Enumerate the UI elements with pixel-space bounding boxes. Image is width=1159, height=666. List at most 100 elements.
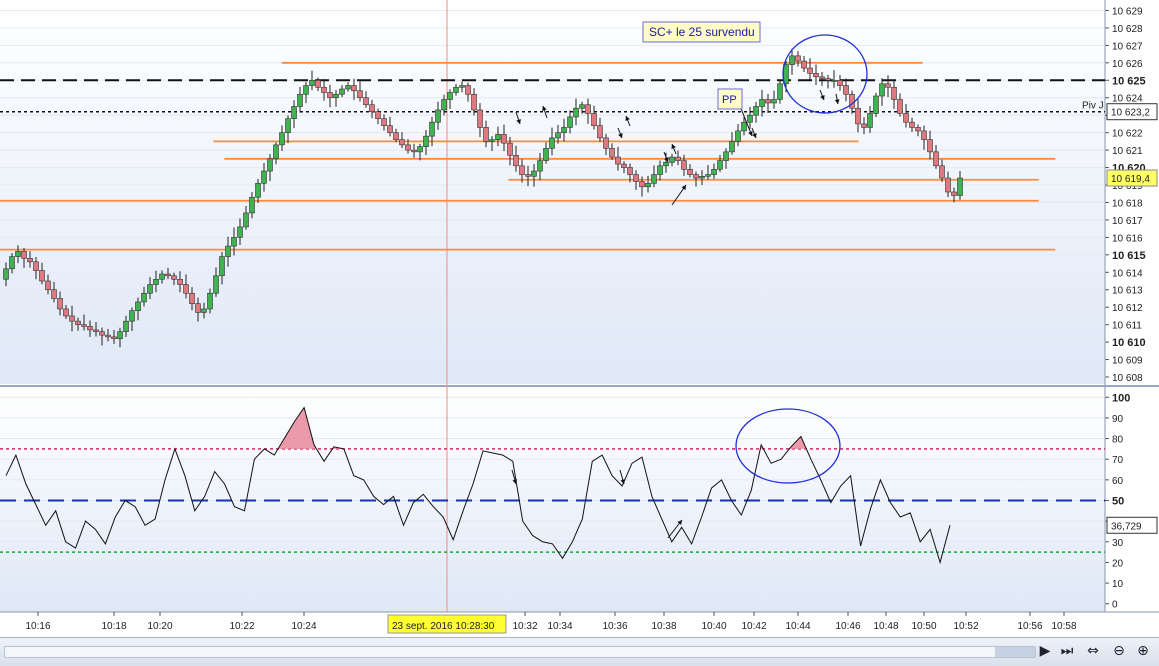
price-tick-label: 10 615 — [1112, 250, 1146, 262]
bullish-candle — [741, 121, 747, 132]
time-tick-label: 10:56 — [1017, 621, 1042, 632]
bearish-candle — [375, 111, 381, 119]
zoom-in-icon[interactable]: ⊕ — [1134, 642, 1152, 660]
bearish-candle — [405, 144, 411, 151]
bullish-candle — [435, 109, 441, 123]
scroll-end-icon[interactable]: ⏭ — [1058, 642, 1076, 660]
osc-tick-label: 20 — [1112, 558, 1124, 569]
bearish-candle — [609, 148, 615, 158]
bullish-candle — [219, 256, 225, 277]
scrollbar-thumb[interactable] — [995, 647, 1035, 657]
bullish-candle — [291, 106, 297, 119]
bearish-candle — [315, 79, 321, 88]
bearish-candle — [903, 113, 909, 123]
osc-tick-label: 30 — [1112, 538, 1124, 549]
bullish-candle — [537, 160, 543, 172]
scroll-right-icon[interactable]: ▶ — [1036, 642, 1054, 660]
time-tick-label: 10:22 — [229, 621, 254, 632]
bearish-candle — [951, 191, 957, 196]
time-scrollbar[interactable] — [4, 646, 1036, 658]
bearish-candle — [591, 113, 597, 126]
bearish-candle — [585, 104, 591, 114]
time-tick-label: 10:16 — [25, 621, 50, 632]
bearish-candle — [75, 320, 81, 325]
price-tick-label: 10 618 — [1112, 198, 1143, 209]
bearish-candle — [393, 132, 399, 140]
osc-tick-label: 80 — [1112, 435, 1124, 446]
bullish-candle — [459, 85, 465, 88]
time-tick-label: 10:18 — [101, 621, 126, 632]
bearish-candle — [621, 163, 627, 168]
bullish-candle — [729, 141, 735, 153]
bullish-candle — [255, 182, 261, 198]
bearish-candle — [801, 60, 807, 69]
bullish-candle — [549, 137, 555, 149]
bullish-candle — [423, 135, 429, 147]
pivot-label: Piv J — [1082, 101, 1104, 112]
bearish-candle — [327, 92, 333, 99]
bearish-candle — [921, 130, 927, 140]
bearish-candle — [171, 275, 177, 280]
bullish-candle — [879, 83, 885, 97]
bullish-candle — [759, 99, 765, 107]
bearish-candle — [525, 174, 531, 177]
bullish-candle — [531, 170, 537, 177]
last-price-tag-label: 10 619,4 — [1111, 174, 1150, 185]
bullish-candle — [135, 301, 141, 311]
time-tick-label: 10:40 — [701, 621, 726, 632]
bullish-candle — [717, 160, 723, 170]
time-tick-label: 10:38 — [651, 621, 676, 632]
bullish-candle — [213, 275, 219, 294]
price-tick-label: 10 629 — [1112, 6, 1143, 17]
bullish-candle — [663, 162, 669, 167]
bullish-candle — [543, 148, 549, 161]
bearish-candle — [885, 83, 891, 88]
zoom-out-icon[interactable]: ⊖ — [1110, 642, 1128, 660]
bullish-candle — [735, 130, 741, 142]
bullish-candle — [9, 256, 15, 270]
price-tick-label: 10 613 — [1112, 286, 1143, 297]
bullish-candle — [789, 55, 795, 65]
bearish-candle — [807, 67, 813, 74]
time-tick-label: 10:46 — [835, 621, 860, 632]
bearish-candle — [861, 123, 867, 128]
bullish-candle — [957, 177, 963, 196]
bearish-candle — [465, 85, 471, 95]
bearish-candle — [39, 270, 45, 282]
osc-tick-label: 60 — [1112, 476, 1124, 487]
bearish-candle — [633, 174, 639, 182]
bullish-candle — [579, 104, 585, 109]
bullish-candle — [225, 245, 231, 257]
bearish-candle — [21, 251, 27, 259]
bullish-candle — [489, 139, 495, 142]
time-tick-label: 10:32 — [512, 621, 537, 632]
price-panel-bg — [0, 0, 1105, 384]
price-tick-label: 10 625 — [1112, 75, 1146, 87]
bullish-candle — [15, 251, 21, 257]
price-tick-label: 10 626 — [1112, 59, 1143, 70]
bearish-candle — [909, 121, 915, 128]
bearish-candle — [837, 79, 843, 86]
bullish-candle — [201, 308, 207, 313]
bullish-candle — [297, 93, 303, 107]
bullish-candle — [651, 174, 657, 184]
bullish-candle — [495, 134, 501, 140]
bullish-candle — [3, 268, 9, 280]
bullish-candle — [831, 79, 837, 82]
annotation-text: SC+ le 25 survendu — [649, 25, 755, 39]
bearish-candle — [915, 127, 921, 132]
bullish-candle — [153, 278, 159, 285]
zoom-reset-icon[interactable]: ⇔ — [1084, 642, 1102, 660]
price-tick-label: 10 611 — [1112, 321, 1142, 332]
price-tick-label: 10 616 — [1112, 233, 1143, 244]
osc-tick-label: 10 — [1112, 579, 1124, 590]
bullish-candle — [147, 284, 153, 294]
osc-tick-label: 100 — [1112, 392, 1130, 404]
bearish-candle — [501, 134, 507, 144]
chart-canvas[interactable]: SC+ le 25 survendu PP 10 608 10 609 10 610 1… — [0, 0, 1159, 637]
bearish-candle — [69, 315, 75, 322]
bearish-candle — [321, 86, 327, 93]
price-tick-label: 10 614 — [1112, 268, 1143, 279]
bearish-candle — [795, 55, 801, 62]
bullish-candle — [249, 196, 255, 214]
